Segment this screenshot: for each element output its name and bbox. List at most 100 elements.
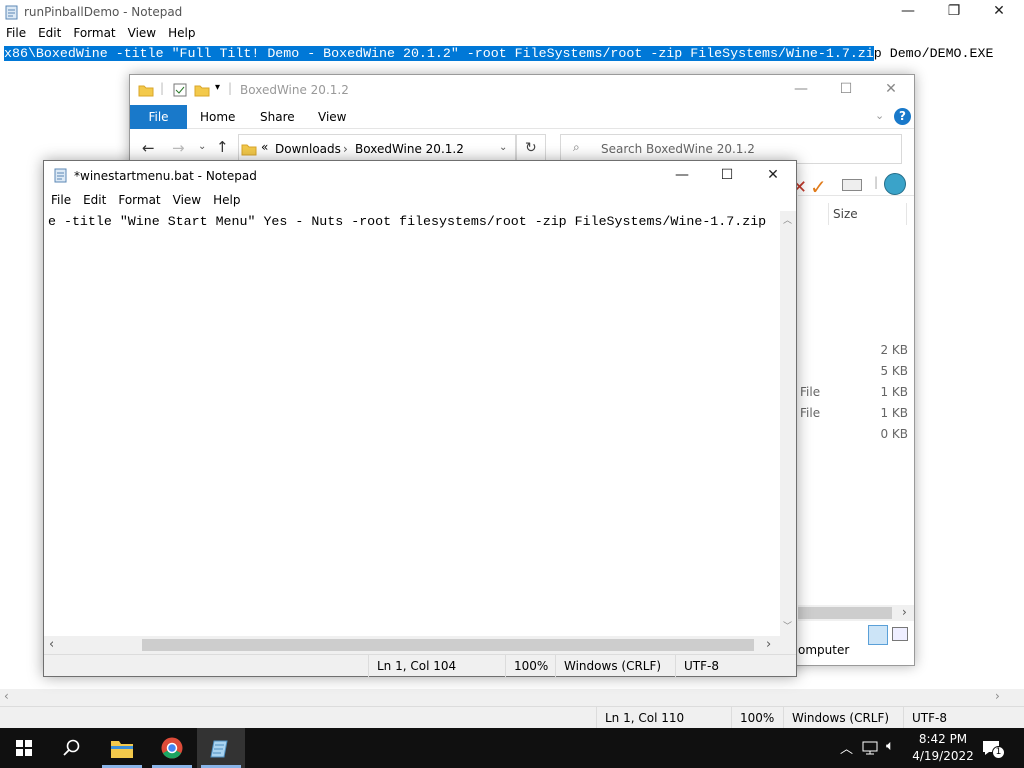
details-view-icon[interactable] xyxy=(868,625,888,645)
ribbon-expand-icon[interactable]: ⌄ xyxy=(875,109,884,122)
start-button[interactable] xyxy=(0,728,48,768)
breadcrumb-downloads[interactable]: Downloads xyxy=(275,142,341,156)
taskbar: ︿ 🔈︎ 8:42 PM 4/19/2022 1 xyxy=(0,728,1024,768)
explorer-title: BoxedWine 20.1.2 xyxy=(240,83,349,97)
front-notepad-titlebar[interactable]: *winestartmenu.bat - Notepad — ☐ ✕ xyxy=(44,161,796,191)
scrollbar-thumb[interactable] xyxy=(798,607,892,619)
background-notepad-statusbar: Ln 1, Col 110 100% Windows (CRLF) UTF-8 xyxy=(0,706,1024,729)
file-explorer-icon xyxy=(111,741,133,758)
front-notepad-window[interactable]: *winestartmenu.bat - Notepad — ☐ ✕ File E… xyxy=(43,160,797,677)
window-title: *winestartmenu.bat - Notepad xyxy=(74,169,257,183)
status-position: Ln 1, Col 110 xyxy=(596,707,731,729)
row-size: 1 KB xyxy=(880,406,908,420)
minimize-button[interactable]: — xyxy=(659,164,705,188)
maximize-button[interactable]: ☐ xyxy=(704,164,750,188)
menu-edit[interactable]: Edit xyxy=(77,191,112,210)
clock-time: 8:42 PM xyxy=(918,732,968,746)
notepad-icon xyxy=(54,168,67,183)
background-horizontal-scrollbar[interactable]: ‹ › xyxy=(0,689,1024,706)
menu-view[interactable]: View xyxy=(167,191,207,210)
back-arrow-icon[interactable]: ← xyxy=(142,139,155,157)
taskbar-clock[interactable]: 8:42 PM 4/19/2022 xyxy=(908,731,978,765)
globe-icon[interactable] xyxy=(884,173,906,195)
scroll-down-icon[interactable]: ﹀ xyxy=(783,619,792,632)
ribbon-tab-file[interactable]: File xyxy=(130,105,187,129)
separator-icon: | xyxy=(160,81,165,95)
background-notepad-titlebar[interactable]: runPinballDemo - Notepad — ❐ ✕ xyxy=(0,0,1024,24)
menu-view[interactable]: View xyxy=(122,24,162,43)
action-center-button[interactable]: 1 xyxy=(980,736,1006,760)
taskbar-chrome[interactable] xyxy=(148,728,196,768)
status-line-ending: Windows (CRLF) xyxy=(555,655,675,677)
breadcrumb-current[interactable]: BoxedWine 20.1.2 xyxy=(355,142,464,156)
menu-format[interactable]: Format xyxy=(67,24,121,43)
menu-help[interactable]: Help xyxy=(207,191,246,210)
explorer-close-button[interactable]: ✕ xyxy=(868,78,914,102)
scroll-up-icon[interactable]: ︿ xyxy=(783,213,792,226)
menu-help[interactable]: Help xyxy=(162,24,201,43)
ribbon-tab-view[interactable]: View xyxy=(318,105,346,129)
search-button[interactable] xyxy=(48,728,96,768)
explorer-minimize-button[interactable]: — xyxy=(778,78,824,102)
background-notepad-menubar: File Edit Format View Help xyxy=(0,24,1024,43)
restore-button[interactable]: ❐ xyxy=(931,0,977,24)
ribbon-tab-share[interactable]: Share xyxy=(260,105,295,129)
menu-file[interactable]: File xyxy=(44,191,77,210)
ribbon-tab-home[interactable]: Home xyxy=(200,105,235,129)
scroll-right-icon[interactable]: › xyxy=(902,605,907,619)
network-icon[interactable] xyxy=(862,740,880,756)
minimize-button[interactable]: — xyxy=(885,0,931,24)
explorer-titlebar[interactable]: | ▾ | BoxedWine 20.1.2 — ☐ ✕ xyxy=(130,75,914,105)
front-notepad-statusbar: Ln 1, Col 104 100% Windows (CRLF) UTF-8 xyxy=(44,654,796,677)
volume-icon[interactable]: 🔈︎ xyxy=(886,738,894,754)
close-button[interactable]: ✕ xyxy=(750,164,796,188)
breadcrumb-overflow-icon[interactable]: « xyxy=(261,140,268,154)
vertical-scrollbar[interactable]: ︿ ﹀ xyxy=(780,211,796,636)
column-divider xyxy=(906,203,907,225)
row-size: 5 KB xyxy=(880,364,908,378)
explorer-maximize-button[interactable]: ☐ xyxy=(823,78,869,102)
notepad-icon xyxy=(5,5,18,20)
search-icon xyxy=(63,739,80,756)
menu-file[interactable]: File xyxy=(0,24,32,43)
scrollbar-thumb[interactable] xyxy=(142,639,754,651)
close-button[interactable]: ✕ xyxy=(976,0,1022,24)
front-notepad-text-area[interactable]: e -title "Wine Start Menu" Yes - Nuts -r… xyxy=(44,211,780,636)
scroll-left-icon[interactable]: ‹ xyxy=(4,689,9,703)
toolbar-divider xyxy=(798,195,914,196)
show-hidden-icons-icon[interactable]: ︿ xyxy=(840,738,853,757)
menu-format[interactable]: Format xyxy=(112,191,166,210)
refresh-icon: ↻ xyxy=(525,140,537,156)
row-type: File xyxy=(800,385,821,399)
recent-locations-icon[interactable]: ⌄ xyxy=(198,141,206,152)
menu-edit[interactable]: Edit xyxy=(32,24,67,43)
explorer-file-list[interactable]: ✕ ✓ | Size File File 2 KB 5 KB 1 KB 1 KB… xyxy=(792,169,914,665)
notification-badge: 1 xyxy=(992,746,1005,759)
scroll-right-icon[interactable]: › xyxy=(766,637,771,652)
address-dropdown-icon[interactable]: ⌄ xyxy=(499,142,507,153)
help-icon[interactable]: ? xyxy=(894,108,911,125)
folder-icon xyxy=(241,144,257,156)
search-icon: ⌕ xyxy=(573,140,580,154)
chevron-right-icon[interactable]: › xyxy=(343,142,348,156)
scroll-right-icon[interactable]: › xyxy=(995,689,1000,703)
quick-access-dropdown-icon[interactable]: ▾ xyxy=(215,82,220,93)
properties-icon[interactable] xyxy=(172,82,188,98)
scroll-left-icon[interactable]: ‹ xyxy=(49,637,54,652)
status-zoom: 100% xyxy=(505,655,555,677)
taskbar-notepad[interactable] xyxy=(197,728,245,768)
window-title: runPinballDemo - Notepad xyxy=(24,5,183,19)
rename-icon[interactable] xyxy=(842,179,862,191)
horizontal-scrollbar[interactable]: ‹ › xyxy=(44,636,780,654)
forward-arrow-icon[interactable]: → xyxy=(172,139,185,157)
chrome-icon xyxy=(161,737,183,759)
up-arrow-icon[interactable]: ↑ xyxy=(216,138,229,156)
status-encoding: UTF-8 xyxy=(675,655,796,677)
column-header-size[interactable]: Size xyxy=(833,207,858,221)
new-folder-icon[interactable] xyxy=(194,82,210,98)
nav-pane-computer[interactable]: omputer xyxy=(798,643,849,657)
scroll-corner xyxy=(780,636,796,654)
large-icons-view-icon[interactable] xyxy=(892,627,908,641)
taskbar-file-explorer[interactable] xyxy=(98,728,146,768)
explorer-horizontal-scrollbar[interactable]: › xyxy=(798,605,914,621)
